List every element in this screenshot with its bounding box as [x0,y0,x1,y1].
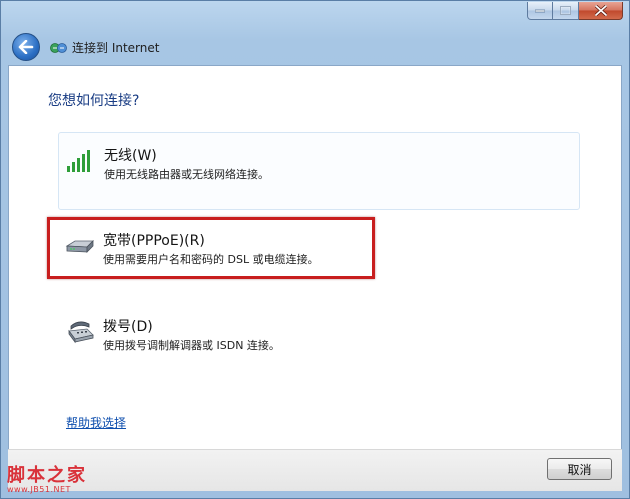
dialup-phone-icon [65,317,95,345]
wizard-title: 连接到 Internet [72,40,160,55]
navigation-bar: 连接到 Internet [8,29,622,65]
option-dialup-description: 使用拨号调制解调器或 ISDN 连接。 [103,339,280,352]
watermark: 脚本之家 www.JB51.NET [7,461,87,494]
wireless-signal-icon [66,146,96,174]
option-dialup[interactable]: 拨号(D) 使用拨号调制解调器或 ISDN 连接。 [58,304,580,382]
cancel-button[interactable]: 取消 [547,458,612,480]
back-arrow-icon [18,40,34,54]
minimize-icon [535,9,545,12]
caption-buttons [527,2,623,20]
title-bar[interactable] [1,1,629,29]
back-button[interactable] [12,33,40,61]
close-icon [594,5,607,16]
maximize-button[interactable] [553,2,579,20]
option-wireless-description: 使用无线路由器或无线网络连接。 [104,168,269,181]
close-button[interactable] [579,2,623,20]
help-me-choose-link[interactable]: 帮助我选择 [66,414,126,431]
maximize-icon [560,6,571,15]
option-dialup-title: 拨号(D) [103,319,153,335]
network-icon [50,40,68,54]
footer-bar: 取消 [8,449,622,491]
option-wireless-title: 无线(W) [104,148,157,164]
page-heading: 您想如何连接? [48,93,140,109]
watermark-main: 脚本之家 [7,465,87,486]
dialog-window: 连接到 Internet 您想如何连接? 无线(W) 使用无线路由器或无线网络连… [0,0,630,499]
option-wireless[interactable]: 无线(W) 使用无线路由器或无线网络连接。 [58,132,580,210]
content-panel: 您想如何连接? 无线(W) 使用无线路由器或无线网络连接。 宽带(PPPoE)(… [8,65,622,450]
highlight-annotation [47,217,375,279]
minimize-button[interactable] [527,2,553,20]
